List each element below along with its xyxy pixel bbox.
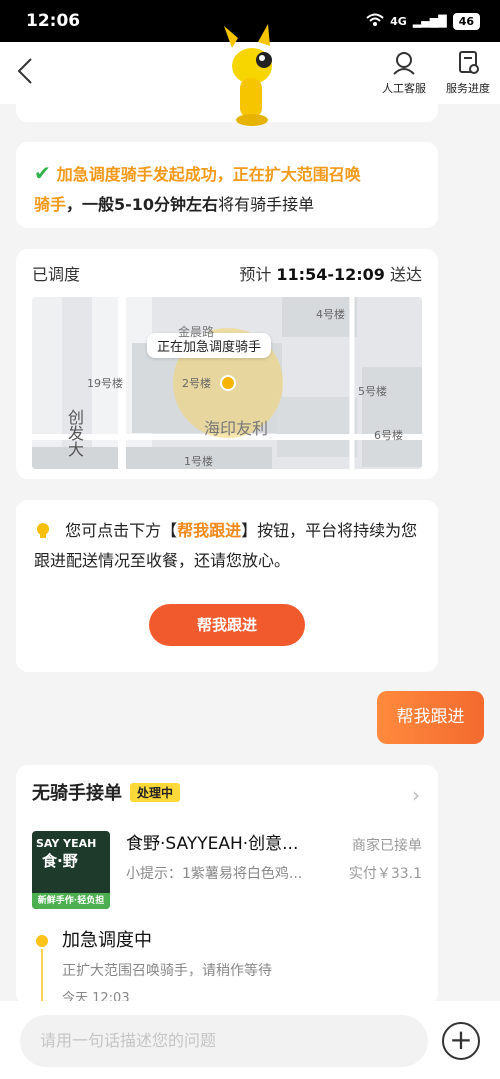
notice-text-3: 骑手: [34, 195, 67, 214]
notice-text-1: 加急调度骑手发起成功，: [56, 165, 233, 184]
notice-text-2: 正在扩大范围召唤: [232, 165, 361, 184]
map-label: 19号楼: [87, 377, 123, 390]
order-tip: 小提示：1紫薯易将白色鸡...: [126, 866, 303, 882]
merchant-status: 商家已接单: [352, 838, 422, 854]
map-label: 创发大: [65, 409, 84, 457]
service-progress-button[interactable]: 服务进度: [440, 50, 496, 96]
shop-logo-text-2: 食·野: [42, 852, 78, 870]
chevron-left-icon: [17, 58, 32, 84]
back-button[interactable]: [14, 56, 40, 88]
battery-icon: 46: [452, 12, 480, 30]
map-label: 5号楼: [358, 385, 387, 398]
follow-up-help-card: 您可点击下方【帮我跟进】按钮，平台将持续为您跟进配送情况至收餐，还请您放心。 帮…: [16, 500, 438, 672]
timeline-dot: [36, 935, 48, 947]
order-status-card[interactable]: 无骑手接单 处理中 › SAY YEAH 食·野 新鲜手作·轻负担 食野·SAY…: [16, 765, 438, 1009]
chat-input-bar: 请用一句话描述您的问题 +: [0, 1001, 500, 1079]
map-label: 海印友利: [204, 419, 269, 438]
timeline-title: 加急调度中: [62, 930, 152, 951]
eta-suffix: 送达: [384, 265, 422, 284]
notice-text-5: 将有骑手接单: [218, 195, 315, 214]
check-icon: ✔: [34, 161, 51, 185]
customer-service-label: 人工客服: [382, 82, 426, 95]
map-label: 金晨路: [178, 325, 215, 339]
follow-up-button[interactable]: 帮我跟进: [149, 604, 305, 646]
map-label: 1号楼: [184, 455, 213, 468]
order-title: 无骑手接单: [32, 783, 122, 804]
help-highlight: 帮我跟进: [177, 521, 242, 540]
delivery-map[interactable]: 正在加急调度骑手 19号楼 2号楼 4号楼 5号楼 6号楼 1号楼 海印友利 创…: [32, 297, 422, 469]
shop-logo: SAY YEAH 食·野 新鲜手作·轻负担: [32, 831, 110, 909]
customer-service-button[interactable]: 人工客服: [376, 50, 432, 96]
dispatch-success-card: ✔ 加急调度骑手发起成功，正在扩大范围召唤 骑手，一般5-10分钟左右将有骑手接单: [16, 142, 438, 228]
plus-icon[interactable]: +: [442, 1022, 480, 1060]
status-badge: 处理中: [130, 782, 181, 802]
eta-prefix: 预计: [239, 265, 277, 284]
wifi-icon: [366, 13, 384, 30]
lightbulb-icon: [34, 521, 65, 540]
headset-icon: [393, 52, 415, 75]
eta-time: 11:54-12:09: [276, 265, 385, 284]
signal-label: 4G: [390, 14, 407, 28]
user-chat-bubble: 帮我跟进: [377, 691, 484, 744]
shop-name: 食野·SAYYEAH·创意...: [126, 834, 299, 854]
document-clock-icon: [459, 51, 479, 74]
mascot-logo: [224, 24, 272, 126]
service-progress-label: 服务进度: [446, 82, 490, 95]
shop-logo-text-1: SAY YEAH: [36, 837, 97, 850]
notice-text-4: ，一般5-10分钟左右: [66, 195, 219, 214]
signal-icon: ▂▄▆█: [412, 14, 447, 28]
question-input[interactable]: 请用一句话描述您的问题: [20, 1015, 428, 1067]
map-label: 4号楼: [316, 308, 345, 321]
chevron-right-icon[interactable]: ›: [412, 783, 420, 807]
paid-amount: 实付￥33.1: [348, 866, 422, 882]
status-time: 12:06: [26, 11, 81, 31]
delivery-map-card: 已调度 预计 11:54-12:09 送达 正在加急调度骑手 19号楼 2号楼 …: [16, 249, 438, 479]
dispatch-status: 已调度: [32, 265, 81, 284]
status-icons: 4G ▂▄▆█ 46: [366, 12, 480, 30]
shop-logo-text-3: 新鲜手作·轻负担: [32, 893, 110, 909]
help-text-1: 您可点击下方【: [65, 521, 178, 540]
order-title-row: 无骑手接单 处理中: [32, 779, 422, 805]
timeline-desc: 正扩大范围召唤骑手，请稍作等待: [62, 963, 272, 979]
map-label: 2号楼: [182, 377, 211, 390]
eta-text: 预计 11:54-12:09 送达: [239, 261, 422, 285]
map-label: 6号楼: [374, 429, 403, 442]
timeline-line: [41, 949, 43, 1009]
